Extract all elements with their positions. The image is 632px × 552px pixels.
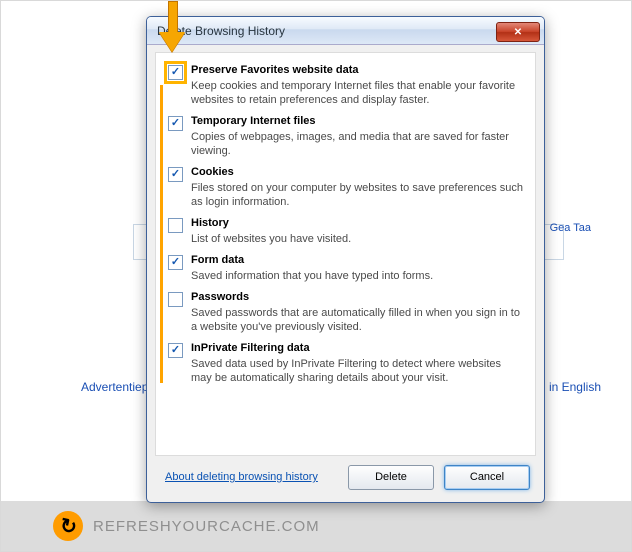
site-logo-icon: ↻	[53, 511, 83, 541]
delete-button[interactable]: Delete	[348, 465, 434, 490]
option-desc: Saved data used by InPrivate Filtering t…	[191, 357, 523, 385]
dialog-close-button[interactable]: ✕	[496, 22, 540, 42]
annotation-arrow-icon	[161, 1, 183, 61]
option-label: InPrivate Filtering data	[191, 341, 523, 356]
option-desc: Saved passwords that are automatically f…	[191, 306, 523, 334]
option-cookies[interactable]: Cookies Files stored on your computer by…	[168, 165, 523, 209]
option-label: Form data	[191, 253, 523, 268]
checkbox-passwords[interactable]	[168, 292, 183, 307]
close-icon: ✕	[514, 27, 522, 38]
checkbox-form-data[interactable]	[168, 255, 183, 270]
site-footer-text: REFRESHYOURCACHE.COM	[93, 518, 320, 535]
checkbox-cookies[interactable]	[168, 167, 183, 182]
annotation-guide-line	[160, 85, 163, 383]
option-temporary-internet-files[interactable]: Temporary Internet files Copies of webpa…	[168, 114, 523, 158]
checkbox-history[interactable]	[168, 218, 183, 233]
option-desc: Files stored on your computer by website…	[191, 181, 523, 209]
option-inprivate-filtering[interactable]: InPrivate Filtering data Saved data used…	[168, 341, 523, 385]
checkbox-inprivate-filtering[interactable]	[168, 343, 183, 358]
option-form-data[interactable]: Form data Saved information that you hav…	[168, 253, 523, 283]
option-desc: List of websites you have visited.	[191, 232, 523, 246]
checkbox-preserve-favorites[interactable]	[168, 65, 183, 80]
background-right-links[interactable]: Gea Taa	[550, 221, 591, 236]
checkbox-temporary-internet-files[interactable]	[168, 116, 183, 131]
cancel-button[interactable]: Cancel	[444, 465, 530, 490]
dialog-titlebar: Delete Browsing History ✕	[147, 17, 544, 45]
option-label: Cookies	[191, 165, 523, 180]
option-history[interactable]: History List of websites you have visite…	[168, 216, 523, 246]
delete-browsing-history-dialog: Delete Browsing History ✕ Preserve Favor…	[146, 16, 545, 503]
option-desc: Saved information that you have typed in…	[191, 269, 523, 283]
background-link-advertentie[interactable]: Advertentiepr	[81, 380, 152, 394]
option-preserve-favorites[interactable]: Preserve Favorites website data Keep coo…	[168, 63, 523, 107]
option-label: Passwords	[191, 290, 523, 305]
site-footer: ↻ REFRESHYOURCACHE.COM	[1, 501, 631, 551]
dialog-body: Preserve Favorites website data Keep coo…	[155, 52, 536, 456]
option-desc: Copies of webpages, images, and media th…	[191, 130, 523, 158]
option-passwords[interactable]: Passwords Saved passwords that are autom…	[168, 290, 523, 334]
option-desc: Keep cookies and temporary Internet file…	[191, 79, 523, 107]
dialog-footer: About deleting browsing history Delete C…	[155, 462, 536, 492]
screenshot-stage: Gea Taa Advertentiepr om in English ↻ RE…	[0, 0, 632, 552]
option-label: Temporary Internet files	[191, 114, 523, 129]
option-label: History	[191, 216, 523, 231]
about-deleting-history-link[interactable]: About deleting browsing history	[165, 471, 318, 483]
option-label: Preserve Favorites website data	[191, 63, 523, 78]
